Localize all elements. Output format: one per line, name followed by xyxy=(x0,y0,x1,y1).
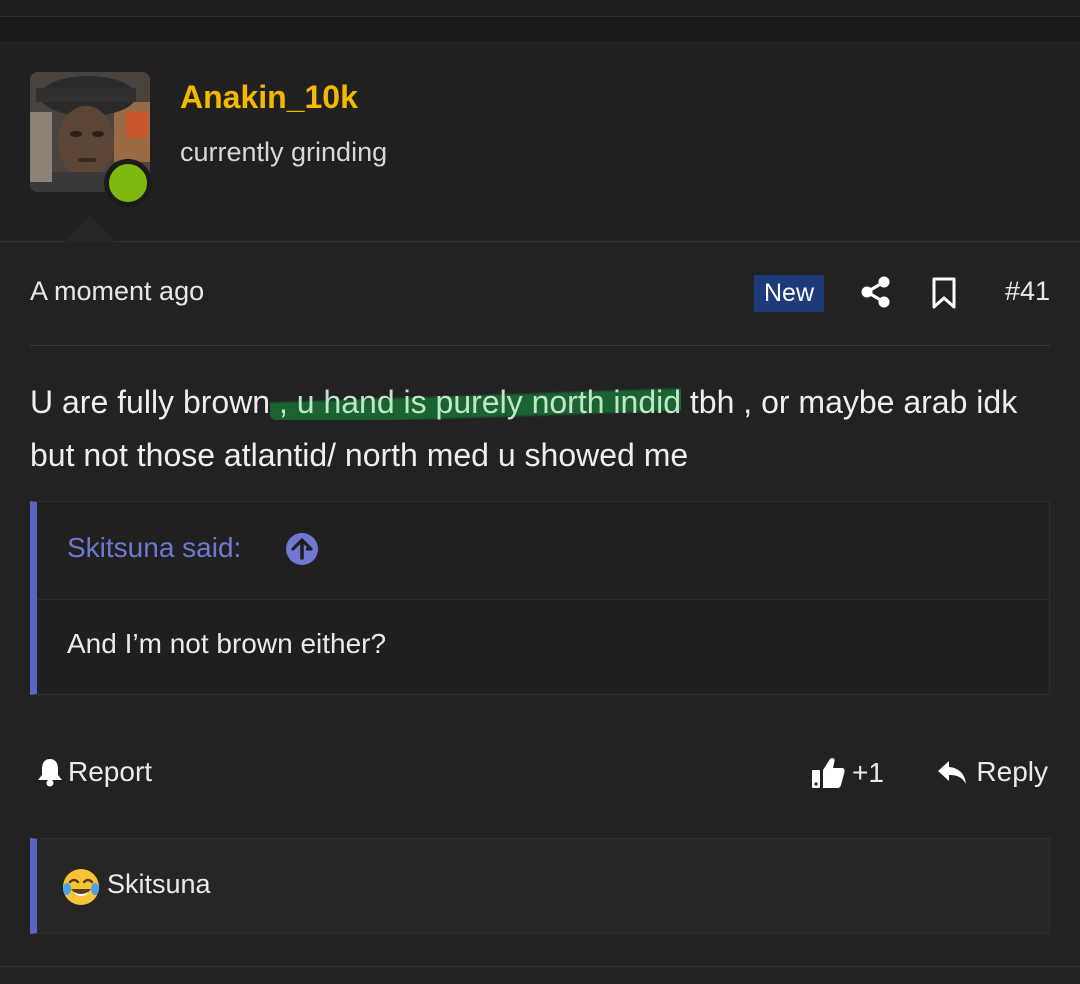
reaction-users[interactable]: Skitsuna xyxy=(107,869,211,900)
post-message: U are fully brown , u hand is purely nor… xyxy=(30,376,1050,482)
joy-emoji-icon xyxy=(63,869,99,905)
like-button[interactable]: +1 xyxy=(810,756,884,790)
reply-arrow-icon xyxy=(938,761,967,784)
quote-body: And I’m not brown either? xyxy=(67,628,387,659)
share-icon[interactable] xyxy=(859,275,893,309)
meta-divider xyxy=(30,345,1050,346)
bottom-divider xyxy=(0,966,1080,967)
user-header: Anakin_10k currently grinding xyxy=(0,41,1080,242)
quote-header: Skitsuna said: xyxy=(37,502,1049,600)
report-button[interactable]: Report xyxy=(36,756,152,788)
post-actions: Report +1 Reply xyxy=(30,750,1050,800)
reply-button[interactable]: Reply xyxy=(936,756,1048,788)
post-timestamp[interactable]: A moment ago xyxy=(30,276,204,307)
post-page: Anakin_10k currently grinding A moment a… xyxy=(0,0,1080,984)
message-caret xyxy=(64,215,116,242)
quote-author[interactable]: Skitsuna said: xyxy=(67,532,241,564)
thumbs-up-icon xyxy=(812,757,845,788)
previous-post-edge xyxy=(0,0,1080,17)
reply-label: Reply xyxy=(976,756,1048,787)
report-label: Report xyxy=(68,756,153,787)
message-text: U are fully brown xyxy=(30,384,271,420)
bookmark-icon[interactable] xyxy=(930,276,958,310)
highlighted-text: , u hand is purely north indid xyxy=(270,384,682,420)
post-separator xyxy=(0,17,1080,41)
new-badge: New xyxy=(754,275,825,312)
post-number[interactable]: #41 xyxy=(1005,276,1050,307)
arrow-up-circle-icon[interactable] xyxy=(285,532,319,566)
reactions-bar[interactable]: Skitsuna xyxy=(30,838,1050,934)
post-meta: A moment ago New #41 xyxy=(30,268,1050,318)
quote-block: Skitsuna said: And I’m not brown either? xyxy=(30,501,1050,695)
bell-icon xyxy=(38,759,62,787)
online-status-dot xyxy=(104,159,152,207)
username[interactable]: Anakin_10k xyxy=(180,79,358,116)
like-count: +1 xyxy=(852,757,884,788)
user-title: currently grinding xyxy=(180,137,388,167)
